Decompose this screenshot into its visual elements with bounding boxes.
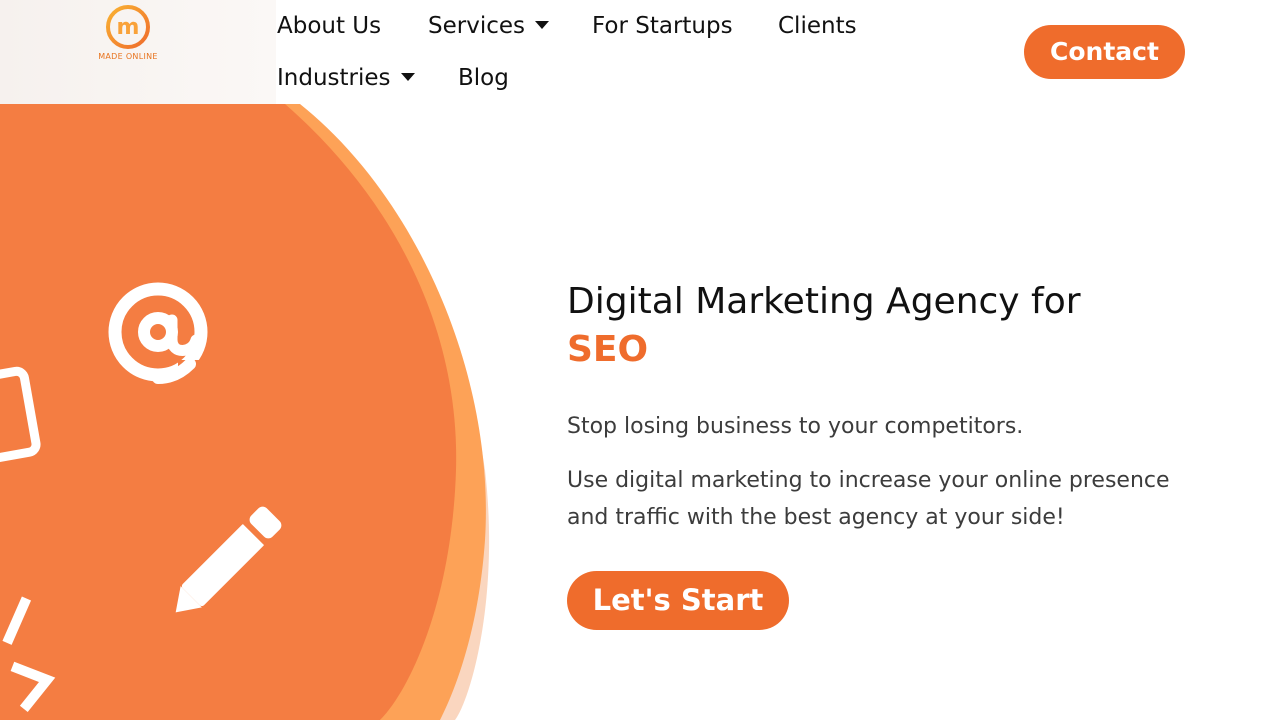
hero-title: Digital Marketing Agency for [567, 281, 1081, 322]
hero-lead-text: Stop losing business to your competitors… [567, 414, 1024, 439]
logo-wordmark: MADE ONLINE [98, 52, 158, 61]
nav-clients[interactable]: Clients [778, 12, 857, 40]
svg-text:m: m [117, 15, 140, 40]
logo-mark-icon: m [106, 5, 150, 49]
nav-for-startups[interactable]: For Startups [592, 12, 733, 40]
contact-button[interactable]: Contact [1024, 25, 1185, 79]
nav-industries-label: Industries [277, 65, 391, 91]
hero-artwork [0, 90, 490, 720]
nav-blog[interactable]: Blog [458, 64, 509, 92]
nav-services-label: Services [428, 13, 525, 39]
site-header: m MADE ONLINE About Us Services For Star… [0, 0, 1280, 104]
page: m MADE ONLINE About Us Services For Star… [0, 0, 1280, 720]
hero-highlight: SEO [567, 329, 649, 370]
lets-start-button[interactable]: Let's Start [567, 571, 789, 630]
nav-about-us[interactable]: About Us [277, 12, 381, 40]
nav-services[interactable]: Services [428, 12, 549, 40]
chevron-down-icon [535, 20, 549, 29]
hero-main-shape [0, 104, 457, 720]
brand-logo[interactable]: m MADE ONLINE [92, 2, 164, 64]
chevron-down-icon [400, 72, 415, 81]
nav-industries[interactable]: Industries [277, 64, 415, 92]
hero-body-text: Use digital marketing to increase your o… [567, 468, 1170, 530]
